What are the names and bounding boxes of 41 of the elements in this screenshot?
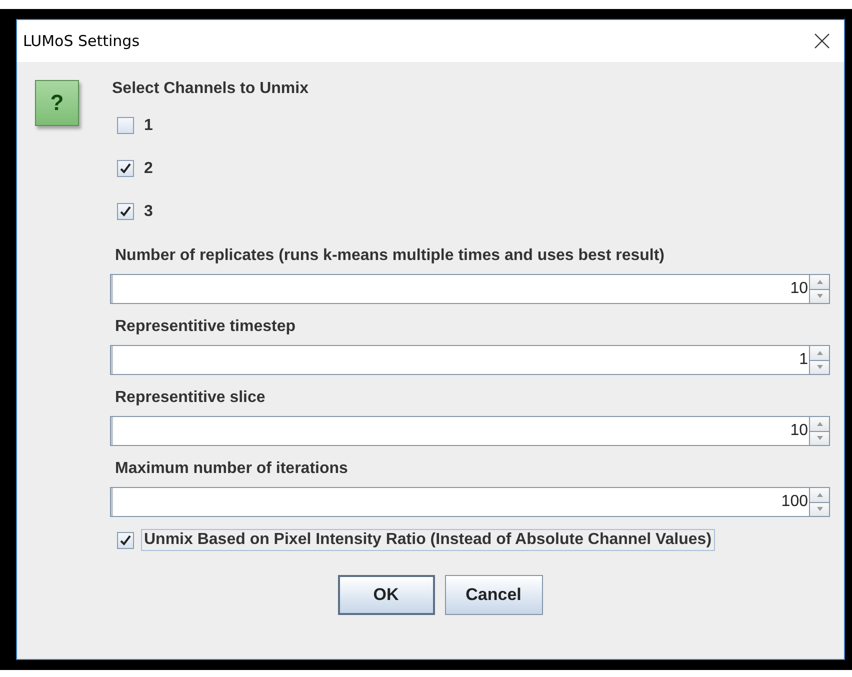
close-icon[interactable] — [814, 33, 830, 49]
down-arrow-icon — [816, 294, 822, 298]
increment-button[interactable] — [810, 417, 829, 430]
check-icon — [120, 206, 131, 217]
checkbox[interactable] — [117, 532, 134, 548]
checkbox-label: 2 — [143, 158, 154, 178]
dialog-button[interactable]: Cancel — [444, 575, 542, 615]
checkbox[interactable] — [117, 160, 134, 177]
increment-button[interactable] — [810, 275, 829, 288]
field-label: Maximum number of iterations — [115, 460, 349, 478]
increment-button[interactable] — [810, 346, 829, 360]
decrement-button[interactable] — [810, 360, 829, 374]
section-heading: Select Channels to Unmix — [112, 80, 310, 98]
dialog-button[interactable]: OK — [338, 575, 434, 615]
field-label: Representitive timestep — [115, 318, 297, 336]
spinner-field[interactable]: 10 — [110, 274, 830, 304]
decrement-button[interactable] — [810, 502, 829, 516]
spinner-field[interactable]: 10 — [110, 416, 830, 446]
checkbox-label: 3 — [143, 202, 154, 222]
check-icon — [120, 163, 131, 174]
field-label: Number of replicates (runs k-means multiple times and uses best result) — [115, 247, 666, 265]
question-icon: ? — [35, 80, 79, 126]
up-arrow-icon — [816, 350, 822, 355]
checkbox-label: Unmix Based on Pixel Intensity Ratio (Instead of Absolute Channel Values) — [141, 529, 715, 551]
window-title: LUMoS Settings — [23, 32, 140, 50]
up-arrow-icon — [816, 492, 822, 497]
spinner-field[interactable]: 1 — [110, 345, 830, 375]
down-arrow-icon — [816, 507, 822, 512]
checkbox-label: 1 — [143, 116, 154, 136]
increment-button[interactable] — [810, 488, 829, 502]
decrement-button[interactable] — [810, 430, 829, 445]
down-arrow-icon — [816, 365, 822, 370]
down-arrow-icon — [816, 436, 822, 440]
up-arrow-icon — [816, 422, 822, 426]
check-icon — [120, 534, 131, 546]
field-label: Representitive slice — [115, 389, 266, 407]
spinner-field[interactable]: 100 — [110, 487, 830, 517]
checkbox[interactable] — [117, 203, 134, 220]
checkbox[interactable] — [117, 117, 134, 134]
up-arrow-icon — [816, 280, 822, 284]
decrement-button[interactable] — [810, 288, 829, 303]
